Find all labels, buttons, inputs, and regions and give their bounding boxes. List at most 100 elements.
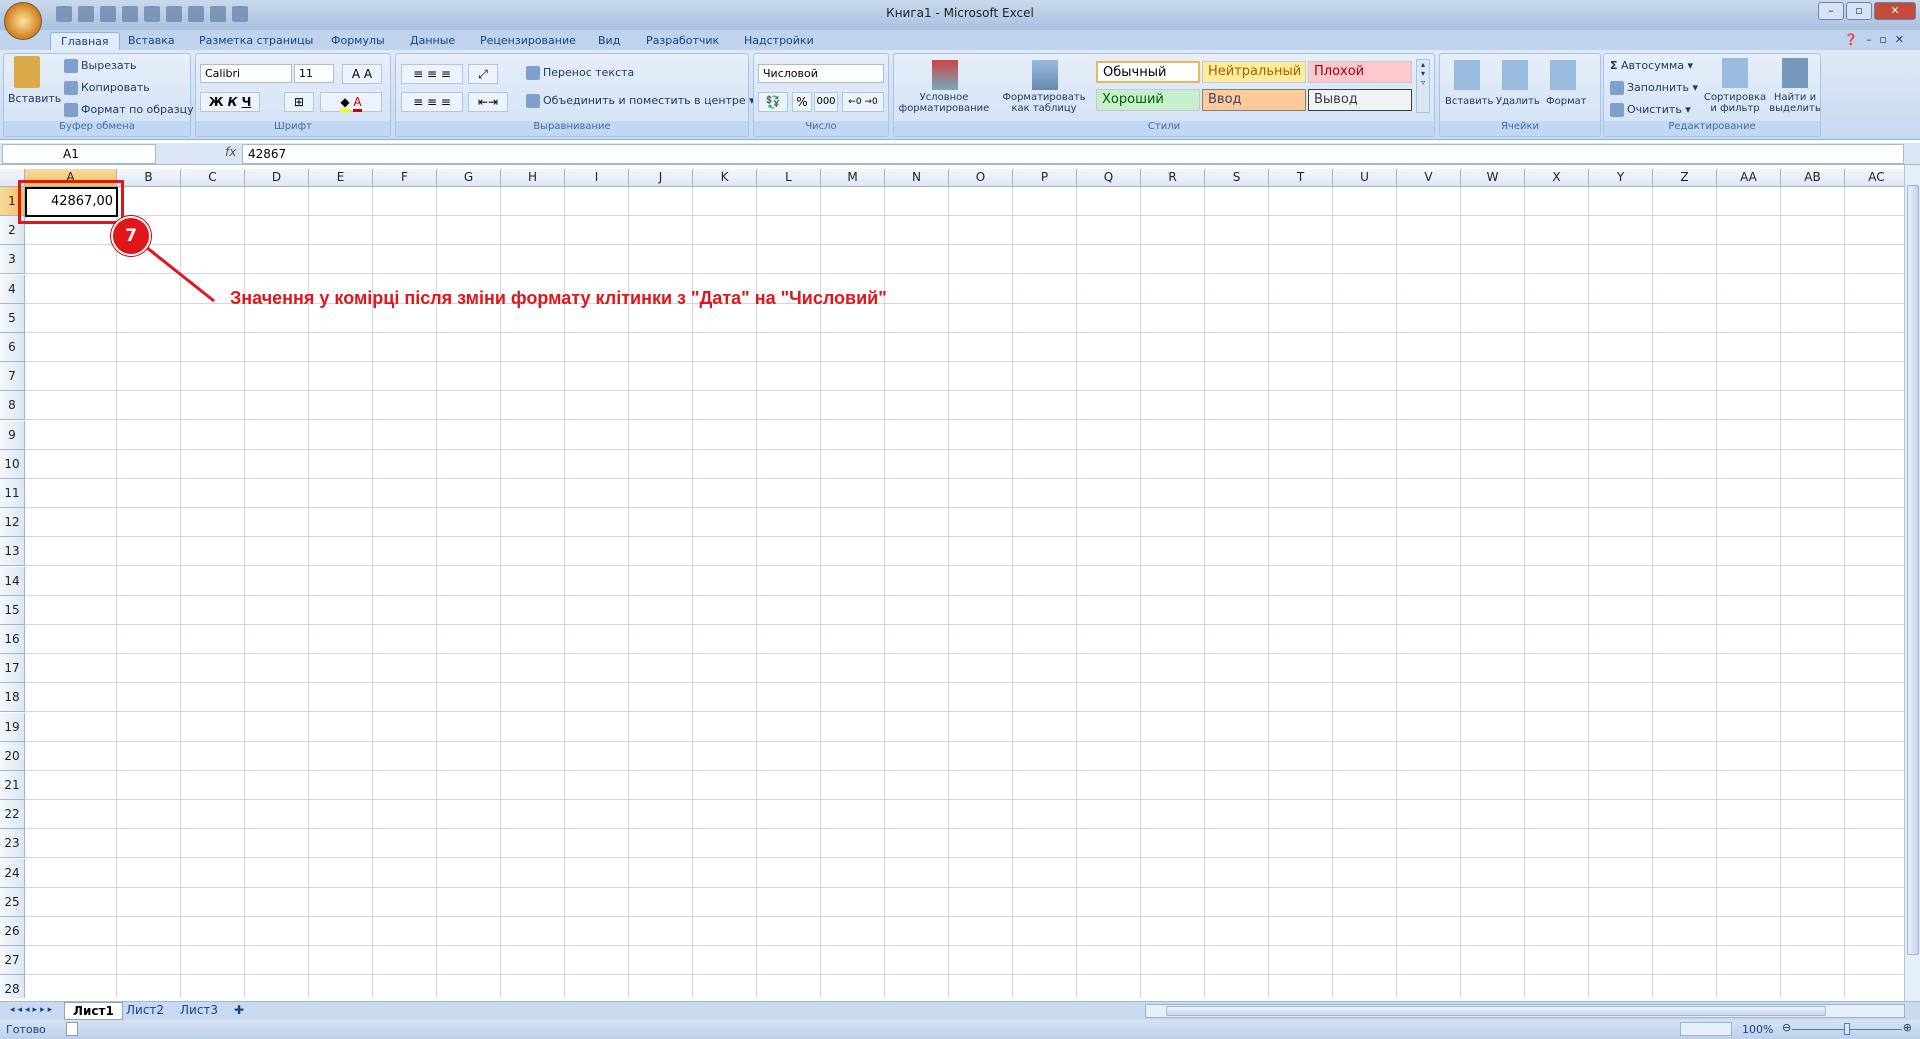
row-header-17[interactable]: 17 (0, 654, 25, 684)
style-normal[interactable]: Обычный (1096, 61, 1200, 83)
column-header-t[interactable]: T (1269, 169, 1333, 187)
zoom-level[interactable]: 100% (1742, 1023, 1773, 1036)
percent-button[interactable]: % (792, 92, 812, 112)
delete-cells-button[interactable]: Удалить (1496, 96, 1540, 107)
style-output[interactable]: Вывод (1308, 89, 1412, 111)
conditional-formatting-button[interactable]: Условное форматирование (898, 92, 990, 114)
column-header-s[interactable]: S (1205, 169, 1269, 187)
tab-formulas[interactable]: Формулы (321, 32, 395, 50)
row-header-13[interactable]: 13 (0, 537, 25, 567)
column-header-e[interactable]: E (309, 169, 373, 187)
column-header-m[interactable]: M (821, 169, 885, 187)
row-header-26[interactable]: 26 (0, 917, 25, 946)
zoom-slider[interactable]: ⊖ ⊕ (1782, 1021, 1912, 1036)
column-header-g[interactable]: G (437, 169, 501, 187)
row-header-27[interactable]: 27 (0, 946, 25, 976)
column-header-n[interactable]: N (885, 169, 949, 187)
tab-review[interactable]: Рецензирование (470, 32, 586, 50)
column-header-r[interactable]: R (1141, 169, 1205, 187)
sheet-tab-1[interactable]: Лист1 (64, 1002, 123, 1020)
row-header-15[interactable]: 15 (0, 595, 25, 625)
style-bad[interactable]: Плохой (1308, 61, 1412, 83)
minimize-button[interactable]: – (1818, 2, 1844, 20)
fill-button[interactable]: Заполнить ▾ (1610, 81, 1698, 95)
column-header-k[interactable]: K (693, 169, 757, 187)
wrap-text-button[interactable]: Перенос текста (526, 66, 634, 80)
style-input[interactable]: Ввод (1202, 89, 1306, 111)
column-header-ab[interactable]: AB (1781, 169, 1845, 187)
font-grow-shrink-buttons[interactable]: A A (342, 64, 382, 84)
row-header-14[interactable]: 14 (0, 566, 25, 596)
thousands-button[interactable]: 000 (814, 92, 838, 112)
insert-sheet-icon[interactable]: ✚ (226, 1002, 252, 1020)
horizontal-scrollbar[interactable] (1145, 1004, 1905, 1018)
row-header-23[interactable]: 23 (0, 829, 25, 859)
tab-developer[interactable]: Разработчик (636, 32, 729, 50)
sheet-tab-2[interactable]: Лист2 (118, 1002, 172, 1020)
sort-filter-button[interactable]: Сортировка и фильтр (1702, 92, 1768, 114)
currency-button[interactable]: 💱 (758, 92, 788, 112)
decimal-buttons[interactable]: ←0 →0 (842, 92, 884, 112)
row-header-24[interactable]: 24 (0, 858, 25, 888)
row-header-20[interactable]: 20 (0, 741, 25, 771)
column-header-u[interactable]: U (1333, 169, 1397, 187)
row-header-18[interactable]: 18 (0, 683, 25, 713)
row-header-21[interactable]: 21 (0, 771, 25, 800)
column-header-j[interactable]: J (629, 169, 693, 187)
sheet-nav-buttons[interactable]: ◂◂◂▸▸▸ (2, 1002, 63, 1020)
vertical-align-buttons[interactable]: ≡ ≡ ≡ (401, 64, 463, 84)
tab-data[interactable]: Данные (400, 32, 465, 50)
column-header-i[interactable]: I (565, 169, 629, 187)
row-header-7[interactable]: 7 (0, 362, 25, 392)
formula-input[interactable]: 42867 (242, 144, 1904, 164)
maximize-button[interactable]: ▫ (1846, 2, 1872, 20)
column-header-v[interactable]: V (1397, 169, 1461, 187)
column-header-q[interactable]: Q (1077, 169, 1141, 187)
column-header-ac[interactable]: AC (1845, 169, 1904, 187)
vertical-scrollbar[interactable] (1904, 165, 1920, 1001)
fill-and-font-color-buttons[interactable]: ◆ A (320, 92, 382, 112)
column-header-y[interactable]: Y (1589, 169, 1653, 187)
horizontal-align-buttons[interactable]: ≡ ≡ ≡ (401, 92, 463, 112)
horizontal-scroll-thumb[interactable] (1166, 1006, 1826, 1016)
row-header-8[interactable]: 8 (0, 391, 25, 421)
orientation-button[interactable]: ⤢ (468, 64, 498, 84)
row-header-28[interactable]: 28 (0, 975, 25, 998)
tab-view[interactable]: Вид (588, 32, 630, 50)
style-neutral[interactable]: Нейтральный (1202, 61, 1306, 83)
sheet-tab-3[interactable]: Лист3 (172, 1002, 226, 1020)
close-button[interactable]: ✕ (1874, 2, 1916, 20)
column-header-p[interactable]: P (1013, 169, 1077, 187)
number-format-select[interactable]: Числовой (758, 64, 884, 83)
format-cells-button[interactable]: Формат (1546, 96, 1587, 107)
column-header-aa[interactable]: AA (1717, 169, 1781, 187)
column-header-w[interactable]: W (1461, 169, 1525, 187)
format-as-table-button[interactable]: Форматировать как таблицу (1000, 92, 1088, 114)
clear-button[interactable]: Очистить ▾ (1610, 103, 1691, 117)
column-header-l[interactable]: L (757, 169, 821, 187)
row-header-19[interactable]: 19 (0, 712, 25, 742)
row-header-9[interactable]: 9 (0, 420, 25, 450)
row-header-11[interactable]: 11 (0, 479, 25, 508)
autosum-button[interactable]: Σ Автосумма ▾ (1610, 59, 1693, 72)
view-buttons[interactable] (1680, 1022, 1732, 1036)
font-size-select[interactable]: 11 (294, 64, 334, 83)
style-good[interactable]: Хороший (1096, 89, 1200, 111)
column-header-x[interactable]: X (1525, 169, 1589, 187)
vertical-scroll-thumb[interactable] (1907, 185, 1919, 955)
row-header-16[interactable]: 16 (0, 625, 25, 654)
insert-cells-button[interactable]: Вставить (1445, 96, 1493, 107)
indent-buttons[interactable]: ⇤⇥ (468, 92, 508, 112)
help-and-window-controls[interactable]: ❓–▫✕ (1844, 33, 1912, 46)
find-select-button[interactable]: Найти и выделить (1768, 92, 1822, 114)
row-header-10[interactable]: 10 (0, 449, 25, 479)
column-header-o[interactable]: O (949, 169, 1013, 187)
office-button[interactable] (4, 2, 42, 40)
row-header-12[interactable]: 12 (0, 508, 25, 538)
merge-center-button[interactable]: Объединить и поместить в центре ▾ (526, 94, 755, 108)
macro-record-icon[interactable] (66, 1022, 78, 1036)
column-header-z[interactable]: Z (1653, 169, 1717, 187)
row-header-22[interactable]: 22 (0, 800, 25, 830)
styles-gallery-scroll[interactable]: ▴ ▾ ▿ (1416, 59, 1430, 113)
tab-addins[interactable]: Надстройки (734, 32, 824, 50)
